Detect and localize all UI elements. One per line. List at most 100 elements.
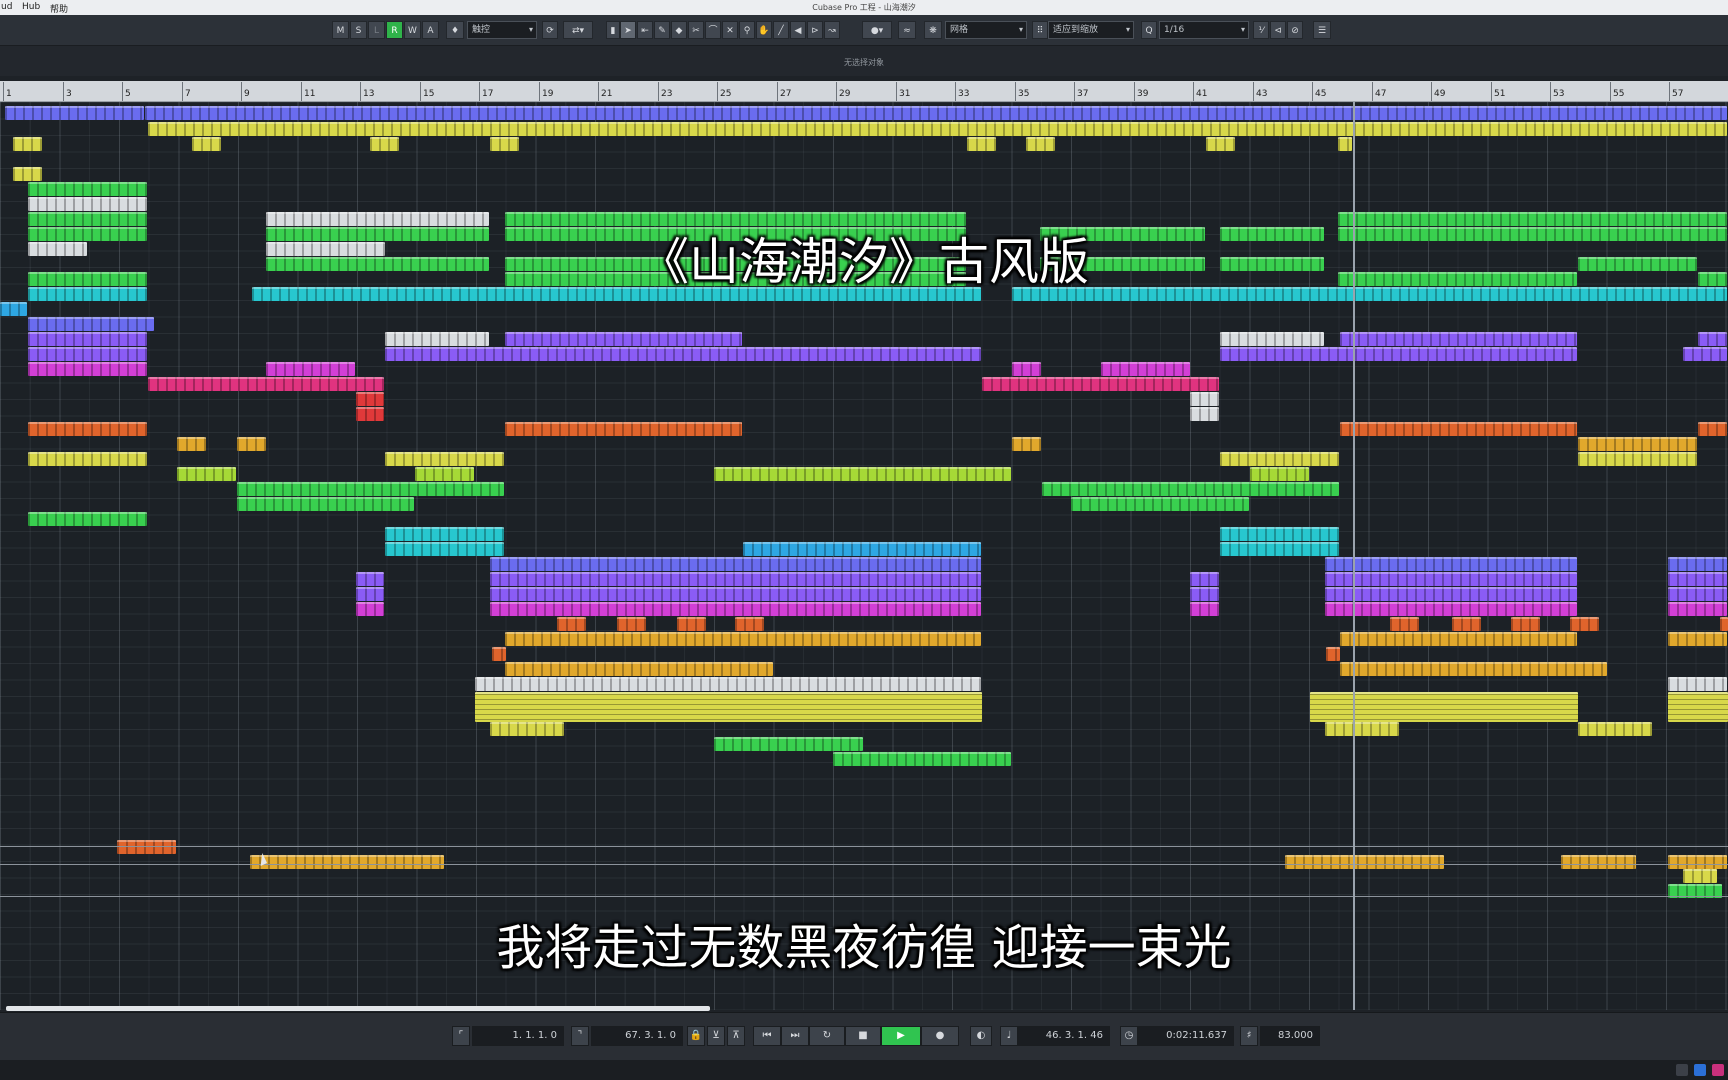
event-clip[interactable]	[1190, 572, 1219, 586]
event-clip[interactable]	[1026, 137, 1055, 151]
go-to-end-button[interactable]: ⏭	[781, 1026, 809, 1046]
event-clip[interactable]	[192, 137, 221, 151]
event-clip[interactable]	[145, 106, 1727, 120]
quantize-reset-icon[interactable]: ⊘	[1287, 21, 1303, 39]
punch-out-icon[interactable]: ⊼	[727, 1026, 745, 1046]
event-clip[interactable]	[1012, 362, 1041, 376]
clock-icon[interactable]: ◷	[1120, 1026, 1138, 1046]
zoom-tool-icon[interactable]: ⚲	[739, 21, 755, 39]
split-tool-icon[interactable]: ✂	[688, 21, 704, 39]
event-clip[interactable]	[1285, 855, 1444, 869]
event-clip[interactable]	[1190, 587, 1219, 601]
punch-in-icon[interactable]: ⊻	[707, 1026, 725, 1046]
event-clip[interactable]	[28, 317, 154, 331]
event-clip[interactable]	[1326, 647, 1340, 661]
event-clip[interactable]	[1206, 137, 1235, 151]
timeline-ruler[interactable]: 1 3 5 7 9 11 13 15 17 19 21 23 25 27 29 31 33 35 37 39 41 43 4…	[0, 81, 1728, 102]
read-automation-button[interactable]: R	[386, 21, 403, 39]
quantize-settings-icon[interactable]: ⅟	[1253, 21, 1269, 39]
event-clip[interactable]	[385, 527, 504, 541]
quantize-icon[interactable]: Q	[1141, 21, 1157, 39]
event-clip[interactable]	[1310, 692, 1578, 722]
event-clip[interactable]	[492, 647, 506, 661]
event-clip[interactable]	[356, 602, 384, 616]
event-clip[interactable]	[1668, 677, 1727, 691]
event-clip[interactable]	[475, 692, 982, 722]
event-clip[interactable]	[1452, 617, 1481, 631]
event-clip[interactable]	[743, 542, 981, 556]
left-locator-icon[interactable]: ⌜	[452, 1026, 470, 1046]
event-clip[interactable]	[1220, 347, 1577, 361]
event-clip[interactable]	[28, 197, 147, 211]
event-clip[interactable]	[982, 377, 1219, 391]
grid-icon[interactable]: ⠿	[1032, 21, 1048, 39]
event-clip[interactable]	[1668, 572, 1727, 586]
go-to-start-button[interactable]: ⏮	[753, 1026, 781, 1046]
event-clip[interactable]	[490, 557, 981, 571]
time-format-icon[interactable]: ♩	[1000, 1026, 1018, 1046]
event-clip[interactable]	[1578, 452, 1697, 466]
right-locator-icon[interactable]: ⌝	[571, 1026, 589, 1046]
line-tool-icon[interactable]: ╱	[773, 21, 789, 39]
event-clip[interactable]	[148, 122, 1727, 136]
event-clip[interactable]	[1390, 617, 1419, 631]
event-clip[interactable]	[1190, 407, 1219, 421]
warp-tool-icon[interactable]: ↝	[824, 21, 840, 39]
event-clip[interactable]	[1338, 137, 1352, 151]
position-time-field[interactable]: 0:02:11.637	[1138, 1026, 1234, 1046]
mute-tool-icon[interactable]: ✕	[722, 21, 738, 39]
event-clip[interactable]	[1340, 332, 1577, 346]
snap-toggle-icon[interactable]: ❋	[924, 21, 942, 39]
event-clip[interactable]	[490, 602, 981, 616]
solo-mode-button[interactable]: S	[350, 21, 367, 39]
event-clip[interactable]	[356, 392, 384, 406]
event-clip[interactable]	[1578, 722, 1652, 736]
event-clip[interactable]	[385, 347, 981, 361]
event-clip[interactable]	[5, 106, 144, 120]
event-clip[interactable]	[714, 737, 863, 751]
event-clip[interactable]	[266, 362, 355, 376]
event-clip[interactable]	[13, 167, 42, 181]
event-clip[interactable]	[1325, 557, 1577, 571]
quantize-select[interactable]: 1/16 ▾	[1159, 21, 1249, 39]
event-clip[interactable]	[1698, 422, 1727, 436]
event-clip[interactable]	[1668, 855, 1727, 869]
event-clip[interactable]	[1698, 332, 1727, 346]
position-bars-field[interactable]: 46. 3. 1. 46	[1018, 1026, 1110, 1046]
pointer-tool-icon[interactable]: ➤	[620, 21, 636, 39]
event-clip[interactable]	[385, 452, 504, 466]
object-select-icon[interactable]: ▮	[606, 21, 620, 39]
horizontal-scrollbar[interactable]	[6, 1006, 710, 1011]
event-clip[interactable]	[1511, 617, 1540, 631]
speaker-tool-icon[interactable]: ◀	[790, 21, 806, 39]
cycle-button[interactable]: ↻	[809, 1026, 845, 1046]
event-clip[interactable]	[148, 377, 384, 391]
event-clip[interactable]	[1561, 855, 1636, 869]
stop-button[interactable]: ■	[845, 1026, 881, 1046]
event-clip[interactable]	[714, 467, 1011, 481]
event-clip[interactable]	[356, 587, 384, 601]
event-clip[interactable]	[677, 617, 706, 631]
mute-mode-button[interactable]: M	[332, 21, 349, 39]
record-button[interactable]: ●	[921, 1026, 959, 1046]
event-clip[interactable]	[385, 332, 489, 346]
event-clip[interactable]	[177, 467, 236, 481]
event-clip[interactable]	[415, 467, 474, 481]
glue-tool-icon[interactable]: ⌒	[705, 21, 721, 39]
window-layout-icon[interactable]: ☰	[1313, 21, 1331, 39]
event-clip[interactable]	[1325, 587, 1577, 601]
automation-mode-a-button[interactable]: A	[422, 21, 439, 39]
event-clip[interactable]	[1190, 602, 1219, 616]
lock-icon[interactable]: 🔒	[687, 1026, 705, 1046]
event-clip[interactable]	[1325, 572, 1577, 586]
event-clip[interactable]	[1101, 362, 1190, 376]
tempo-track-icon[interactable]: ♯	[1240, 1026, 1258, 1046]
event-clip[interactable]	[505, 422, 742, 436]
event-clip[interactable]	[1190, 392, 1219, 406]
tool-modes-button[interactable]: ⇄▾	[563, 21, 593, 39]
event-clip[interactable]	[237, 497, 414, 511]
play-button[interactable]: ▶	[881, 1026, 921, 1046]
event-clip[interactable]	[28, 347, 147, 361]
event-clip[interactable]	[1250, 467, 1309, 481]
event-clip[interactable]	[1340, 662, 1607, 676]
